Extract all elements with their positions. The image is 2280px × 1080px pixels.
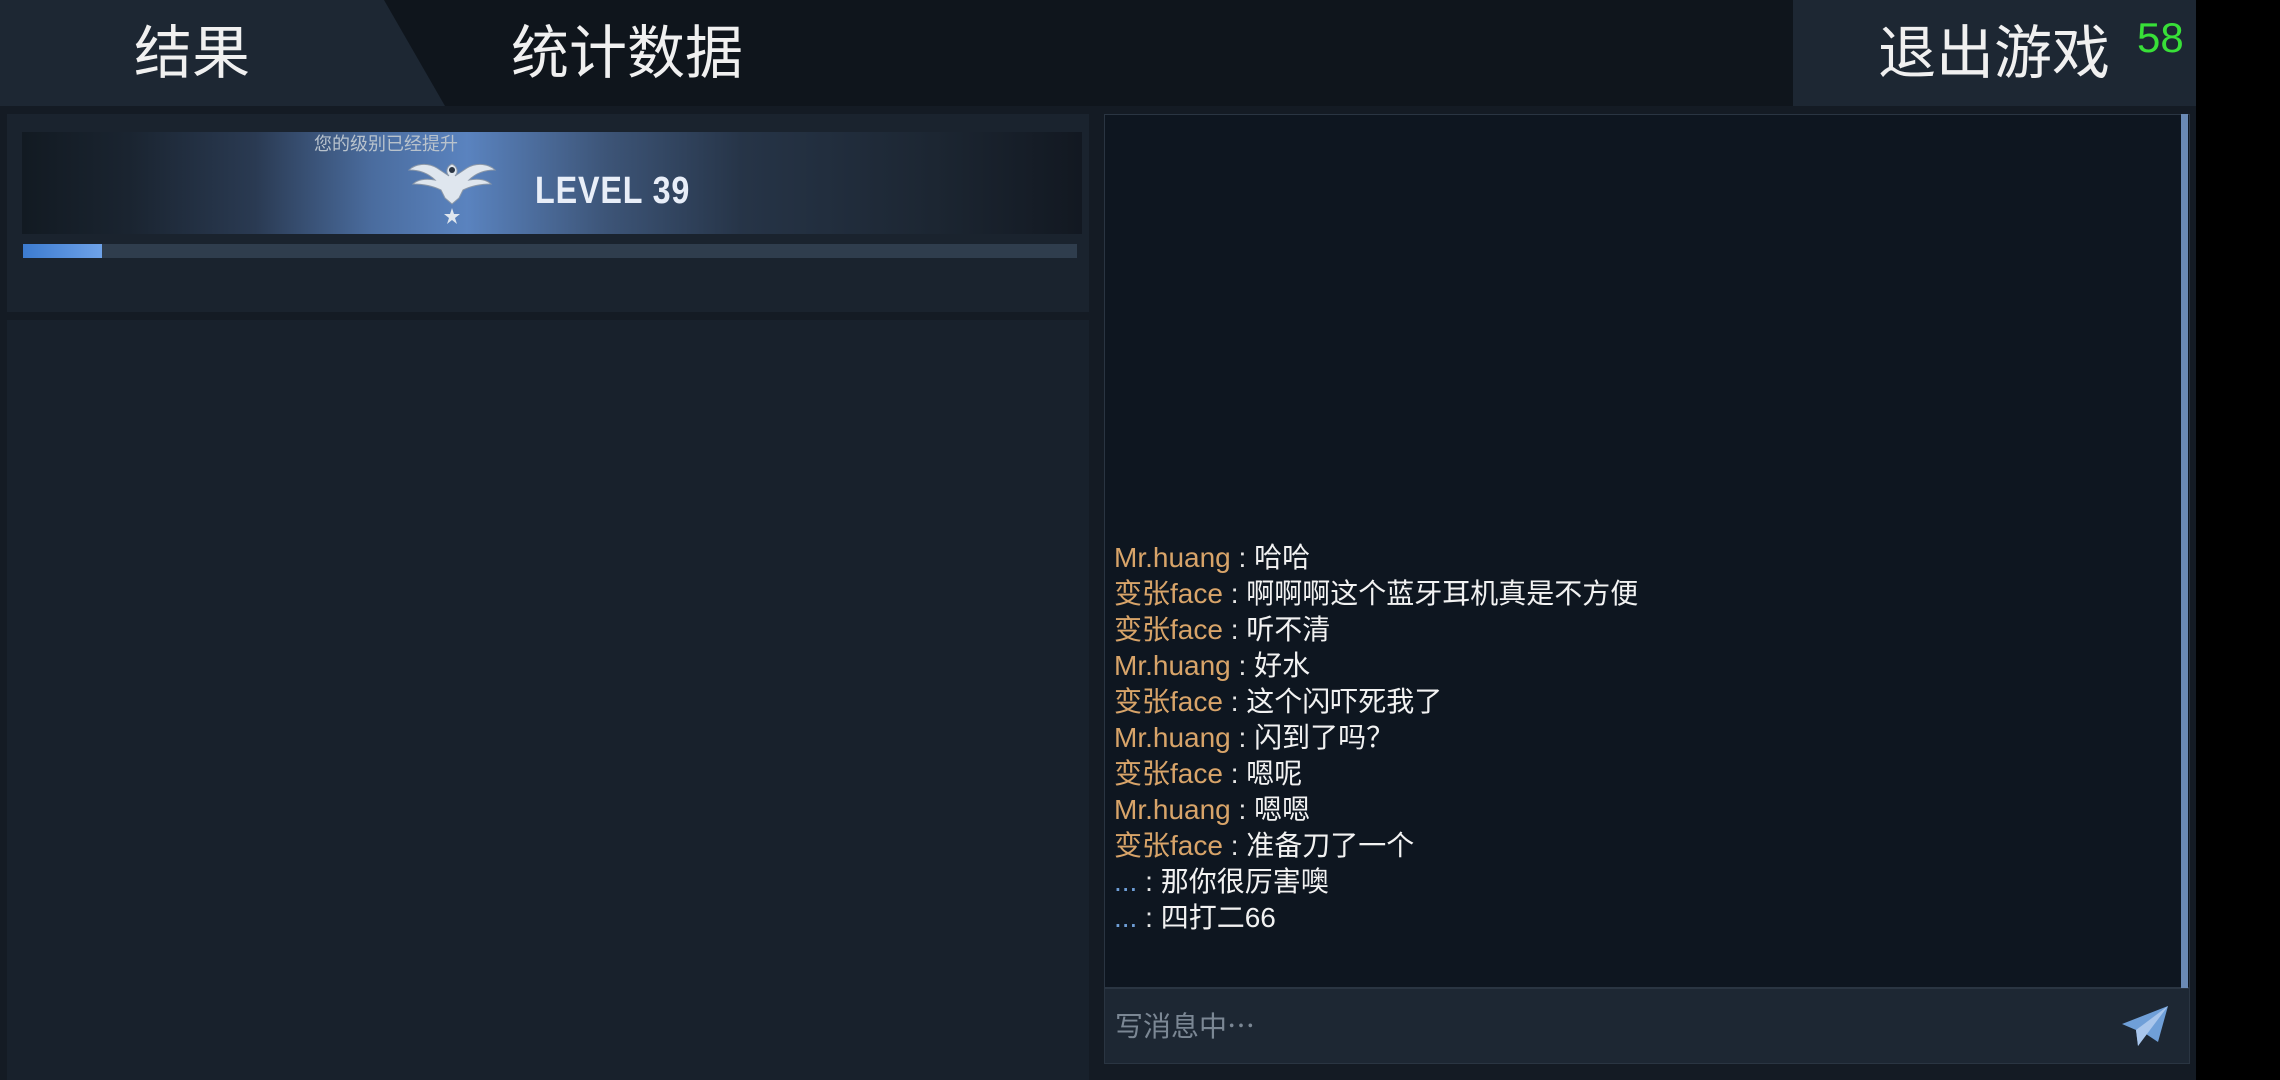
chat-text: 嗯嗯 <box>1254 794 1311 825</box>
top-bar: 结果 统计数据 退出游戏 <box>0 0 2196 106</box>
chat-sender[interactable]: 变张face <box>1114 578 1223 609</box>
chat-message: Mr.huang : 嗯嗯 <box>1114 792 2154 828</box>
tab-results[interactable]: 结果 <box>0 0 445 106</box>
level-caption: 您的级别已经提升 <box>314 134 458 155</box>
chat-message-list: Mr.huang : 哈哈 变张face : 啊啊啊这个蓝牙耳机真是不方便 变张fa… <box>1114 540 2154 936</box>
chat-message: Mr.huang : 哈哈 <box>1114 540 2154 576</box>
exit-game-button[interactable]: 退出游戏 <box>1793 0 2196 106</box>
exit-game-label: 退出游戏 <box>1878 19 2111 87</box>
game-result-screen: 结果 统计数据 退出游戏 您的级别已经提升 LEVEL 39 Mr.huang … <box>0 0 2196 1080</box>
chat-message: ... : 四打二66 <box>1114 900 2154 936</box>
level-progress-fill <box>23 244 103 258</box>
chat-input-bar <box>1104 988 2190 1064</box>
chat-separator: : <box>1230 722 1255 753</box>
level-label: LEVEL 39 <box>535 170 691 212</box>
chat-separator: : <box>1222 830 1247 861</box>
chat-separator: : <box>1137 902 1161 933</box>
chat-separator: : <box>1222 578 1247 609</box>
tab-stats[interactable]: 统计数据 <box>445 0 1145 106</box>
chat-text: 闪到了吗？ <box>1254 722 1395 753</box>
chat-message: 变张face : 嗯呢 <box>1114 756 2154 792</box>
chat-sender[interactable]: Mr.huang <box>1114 794 1231 825</box>
chat-message: 变张face : 这个闪吓死我了 <box>1114 684 2154 720</box>
chat-message: 变张face : 啊啊啊这个蓝牙耳机真是不方便 <box>1114 576 2154 612</box>
eagle-icon <box>407 163 497 224</box>
chat-separator: : <box>1230 794 1255 825</box>
chat-sender[interactable]: ... <box>1114 866 1137 897</box>
fps-counter: 58 <box>2137 14 2184 61</box>
chat-sender[interactable]: ... <box>1114 902 1137 933</box>
results-content-panel <box>7 320 1089 1080</box>
chat-input[interactable] <box>1115 1001 2115 1053</box>
chat-text: 四打二66 <box>1160 902 1276 933</box>
chat-text: 啊啊啊这个蓝牙耳机真是不方便 <box>1246 578 1639 609</box>
chat-text: 这个闪吓死我了 <box>1246 686 1443 717</box>
tab-results-label: 结果 <box>134 19 251 87</box>
chat-sender[interactable]: Mr.huang <box>1114 650 1231 681</box>
chat-sender[interactable]: 变张face <box>1114 758 1223 789</box>
chat-text: 哈哈 <box>1254 542 1311 573</box>
send-button[interactable] <box>2113 997 2177 1057</box>
chat-text: 嗯呢 <box>1246 758 1303 789</box>
level-up-panel: 您的级别已经提升 LEVEL 39 <box>7 114 1089 312</box>
chat-message: Mr.huang : 好水 <box>1114 648 2154 684</box>
chat-sender[interactable]: Mr.huang <box>1114 722 1231 753</box>
chat-sender[interactable]: 变张face <box>1114 830 1223 861</box>
chat-message: 变张face : 听不清 <box>1114 612 2154 648</box>
chat-text: 听不清 <box>1246 614 1331 645</box>
chat-sender[interactable]: Mr.huang <box>1114 542 1231 573</box>
paper-plane-icon <box>2122 1006 2168 1046</box>
chat-separator: : <box>1230 542 1255 573</box>
tab-stats-label: 统计数据 <box>511 19 744 87</box>
chat-sender[interactable]: 变张face <box>1114 686 1223 717</box>
chat-text: 准备刀了一个 <box>1246 830 1415 861</box>
chat-text: 那你很厉害噢 <box>1160 866 1329 897</box>
chat-message: Mr.huang : 闪到了吗？ <box>1114 720 2154 756</box>
chat-separator: : <box>1230 650 1255 681</box>
chat-separator: : <box>1222 686 1247 717</box>
chat-sender[interactable]: 变张face <box>1114 614 1223 645</box>
chat-separator: : <box>1222 614 1247 645</box>
chat-message: 变张face : 准备刀了一个 <box>1114 828 2154 864</box>
chat-separator: : <box>1137 866 1161 897</box>
chat-scrollbar[interactable] <box>2181 114 2188 988</box>
level-progress-bar <box>23 244 1077 258</box>
chat-text: 好水 <box>1254 650 1311 681</box>
chat-separator: : <box>1222 758 1247 789</box>
chat-message: ... : 那你很厉害噢 <box>1114 864 2154 900</box>
